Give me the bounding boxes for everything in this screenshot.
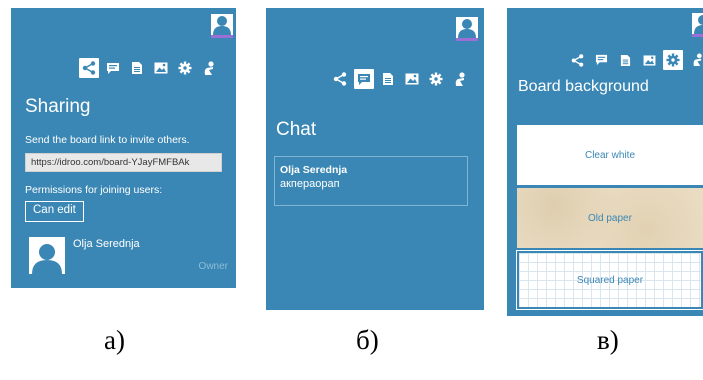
- tab-users[interactable]: [687, 50, 703, 70]
- user-icon: [458, 19, 476, 38]
- chat-icon: [107, 62, 119, 74]
- page-title: Chat: [276, 119, 317, 140]
- permissions-label: Permissions for joining users:: [25, 184, 163, 196]
- caption-c: в): [597, 325, 619, 355]
- avatar: [29, 237, 65, 274]
- tab-users[interactable]: [199, 58, 219, 78]
- background-panel: Board background Clear white Old paper S…: [507, 8, 703, 316]
- user-icon: [32, 244, 62, 274]
- tab-chat[interactable]: [103, 58, 123, 78]
- share-icon: [571, 53, 583, 67]
- panel-toolbar: [79, 58, 223, 78]
- tab-share[interactable]: [567, 50, 587, 70]
- tab-share[interactable]: [330, 69, 350, 89]
- user-avatar-button[interactable]: [211, 14, 233, 38]
- message-text: акпераорап: [280, 178, 340, 190]
- document-icon: [620, 54, 630, 66]
- board-link-field[interactable]: https://idroo.com/board-YJayFMFBAk: [25, 153, 222, 172]
- page-title: Sharing: [25, 96, 91, 117]
- image-icon: [154, 62, 168, 74]
- user-role: Owner: [198, 261, 228, 272]
- tab-chat[interactable]: [591, 50, 611, 70]
- hand-icon: [455, 71, 465, 86]
- sharing-panel: Sharing Send the board link to invite ot…: [11, 8, 236, 288]
- tab-images[interactable]: [639, 50, 659, 70]
- tab-chat[interactable]: [354, 69, 374, 89]
- tab-settings[interactable]: [663, 50, 683, 70]
- tab-settings[interactable]: [175, 58, 195, 78]
- caption-a: а): [104, 325, 125, 355]
- image-icon: [405, 73, 419, 85]
- caption-b: б): [356, 325, 379, 355]
- share-icon: [333, 72, 347, 86]
- image-icon: [643, 54, 655, 66]
- gear-icon: [178, 61, 192, 75]
- tab-images[interactable]: [402, 69, 422, 89]
- tab-documents[interactable]: [127, 58, 147, 78]
- tab-documents[interactable]: [615, 50, 635, 70]
- message-author: Olja Serednja: [280, 164, 348, 176]
- invite-text: Send the board link to invite others.: [25, 134, 190, 146]
- tab-settings[interactable]: [426, 69, 446, 89]
- hand-icon: [204, 60, 214, 75]
- panel-toolbar: [330, 69, 474, 89]
- tab-users[interactable]: [450, 69, 470, 89]
- document-icon: [132, 62, 142, 74]
- background-option-clear-white[interactable]: Clear white: [517, 125, 703, 185]
- user-avatar-button[interactable]: [692, 13, 703, 37]
- panel-toolbar: [567, 50, 703, 70]
- gear-icon: [666, 53, 680, 67]
- permission-select[interactable]: Can edit: [25, 201, 84, 222]
- tab-share[interactable]: [79, 58, 99, 78]
- tab-documents[interactable]: [378, 69, 398, 89]
- hand-icon: [693, 53, 702, 66]
- page-title: Board background: [518, 78, 649, 95]
- chat-icon: [358, 73, 370, 85]
- user-icon: [213, 16, 231, 35]
- chat-panel: Chat Olja Serednja акпераорап: [266, 8, 484, 310]
- share-icon: [82, 61, 96, 75]
- user-icon: [694, 15, 703, 34]
- user-name: Olja Serednja: [73, 238, 140, 250]
- user-avatar-button[interactable]: [456, 17, 478, 41]
- background-option-squared-paper[interactable]: Squared paper: [516, 250, 703, 310]
- gear-icon: [429, 72, 443, 86]
- document-icon: [383, 73, 393, 85]
- chat-icon: [595, 54, 607, 66]
- background-option-old-paper[interactable]: Old paper: [517, 188, 703, 248]
- chat-message: Olja Serednja акпераорап: [274, 156, 468, 206]
- tab-images[interactable]: [151, 58, 171, 78]
